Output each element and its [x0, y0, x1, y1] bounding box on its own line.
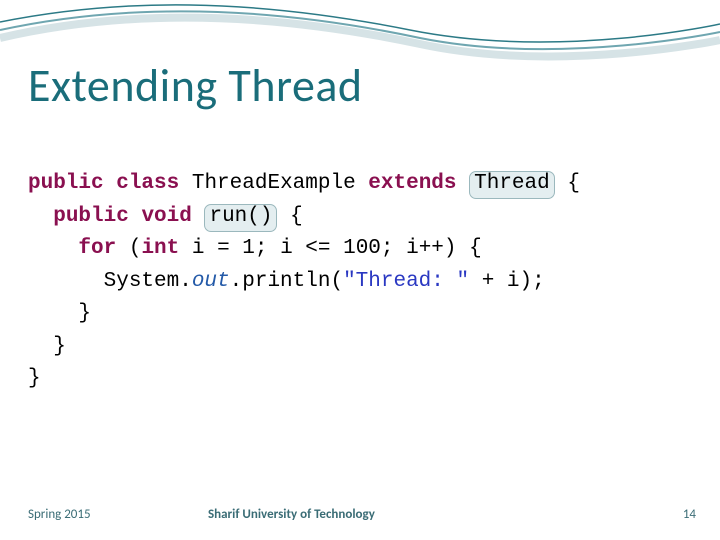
classname: ThreadExample	[179, 172, 368, 195]
string-literal: "Thread: "	[343, 270, 469, 293]
slide-footer: Spring 2015 Sharif University of Technol…	[28, 507, 696, 522]
stmt-prefix: System.	[28, 270, 192, 293]
brace-close: }	[28, 302, 91, 325]
kw-class: class	[104, 172, 180, 195]
code-block: public class ThreadExample extends Threa…	[28, 168, 700, 396]
kw-public: public	[53, 205, 129, 228]
footer-university: Sharif University of Technology	[208, 507, 375, 522]
kw-for: for	[78, 237, 116, 260]
field-out: out	[192, 270, 230, 293]
highlight-thread: Thread	[469, 171, 555, 199]
footer-page-number: 14	[683, 507, 696, 522]
brace-close: }	[28, 335, 66, 358]
kw-void: void	[129, 205, 192, 228]
brace-close: }	[28, 367, 41, 390]
highlight-run: run()	[204, 204, 277, 232]
brace: {	[277, 205, 302, 228]
method-call: .println(	[230, 270, 343, 293]
kw-extends: extends	[368, 172, 456, 195]
brace: {	[567, 172, 580, 195]
slide-title: Extending Thread	[28, 58, 363, 114]
paren: (	[116, 237, 141, 260]
footer-term: Spring 2015	[28, 507, 91, 522]
kw-int: int	[141, 237, 179, 260]
kw-public: public	[28, 172, 104, 195]
loop-cond: i = 1; i <= 100; i++) {	[179, 237, 481, 260]
stmt-tail: + i);	[469, 270, 545, 293]
